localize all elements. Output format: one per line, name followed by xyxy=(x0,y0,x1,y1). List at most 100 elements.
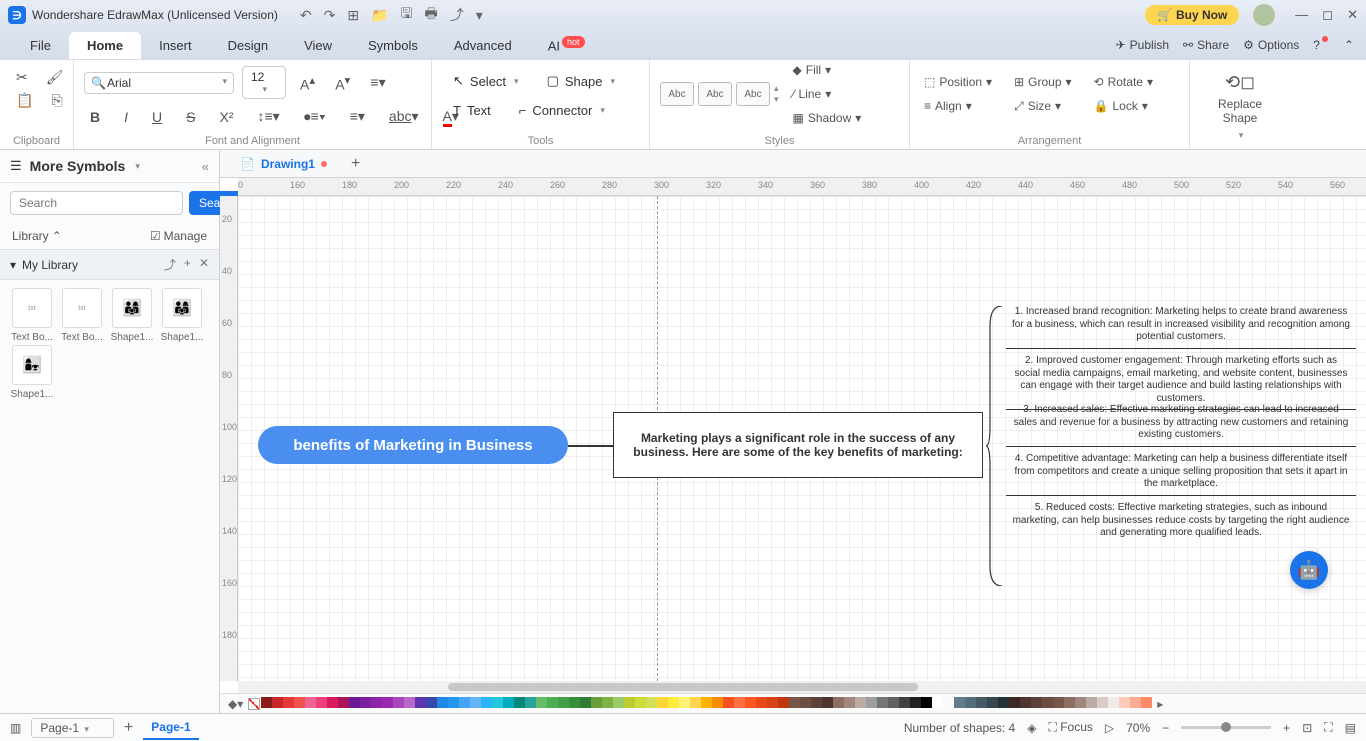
new-icon[interactable]: ⊞ xyxy=(347,7,359,24)
shape-item[interactable]: 👨‍👩‍👧Shape1... xyxy=(108,288,156,343)
color-swatch[interactable] xyxy=(613,697,624,708)
italic-icon[interactable]: I xyxy=(118,106,134,128)
bullet-list-icon[interactable]: ⦁≡▾ xyxy=(298,105,332,128)
color-swatch[interactable] xyxy=(1075,697,1086,708)
color-swatch[interactable] xyxy=(261,697,272,708)
color-swatch[interactable] xyxy=(1064,697,1075,708)
color-swatch[interactable] xyxy=(569,697,580,708)
tab-design[interactable]: Design xyxy=(210,32,286,59)
diagram-benefit-1[interactable]: 1. Increased brand recognition: Marketin… xyxy=(1006,302,1356,349)
palette-more-icon[interactable]: ▸ xyxy=(1157,697,1163,711)
focus-mode-button[interactable]: ⛶ Focus xyxy=(1048,720,1092,735)
color-swatch[interactable] xyxy=(536,697,547,708)
ai-chat-button[interactable]: 🤖 xyxy=(1290,551,1328,589)
color-swatch[interactable] xyxy=(734,697,745,708)
share-button[interactable]: ⚯Share xyxy=(1183,38,1229,52)
group-button[interactable]: ⊞Group▾ xyxy=(1010,73,1075,91)
tab-file[interactable]: File xyxy=(12,32,69,59)
symbol-search-input[interactable] xyxy=(10,191,183,215)
drawing-canvas[interactable]: benefits of Marketing in Business Market… xyxy=(238,196,1366,681)
open-icon[interactable]: 📁 xyxy=(371,7,388,24)
zoom-slider-knob[interactable] xyxy=(1221,722,1231,732)
export-icon[interactable]: ⤴ xyxy=(450,5,464,25)
zoom-value[interactable]: 70% xyxy=(1126,721,1150,735)
tab-insert[interactable]: Insert xyxy=(141,32,210,59)
page-layout-icon[interactable]: ▥ xyxy=(10,721,21,735)
color-swatch[interactable] xyxy=(1009,697,1020,708)
format-painter-icon[interactable]: 🖌 xyxy=(40,66,70,89)
scrollbar-thumb[interactable] xyxy=(448,683,918,691)
color-swatch[interactable] xyxy=(921,697,932,708)
fill-dropper-icon[interactable]: ◆▾ xyxy=(228,697,243,711)
color-swatch[interactable] xyxy=(580,697,591,708)
shape-item[interactable]: txtText Bo... xyxy=(58,288,106,343)
color-swatch[interactable] xyxy=(888,697,899,708)
rotate-button[interactable]: ⟲Rotate▾ xyxy=(1090,73,1157,91)
zoom-slider[interactable] xyxy=(1181,726,1271,729)
color-swatch[interactable] xyxy=(283,697,294,708)
color-swatch[interactable] xyxy=(756,697,767,708)
color-swatch[interactable] xyxy=(910,697,921,708)
style-preview-2[interactable]: Abc xyxy=(698,82,732,106)
color-swatch[interactable] xyxy=(657,697,668,708)
color-swatch[interactable] xyxy=(877,697,888,708)
color-swatch[interactable] xyxy=(811,697,822,708)
shape-item[interactable]: 👩‍👧Shape1... xyxy=(8,345,56,400)
lock-button[interactable]: 🔒Lock▾ xyxy=(1090,97,1157,115)
fit-page-icon[interactable]: ⊡ xyxy=(1302,721,1312,735)
color-swatch[interactable] xyxy=(833,697,844,708)
user-avatar[interactable] xyxy=(1253,4,1275,26)
copy-icon[interactable]: ⎘ xyxy=(45,89,68,112)
horizontal-scrollbar[interactable] xyxy=(238,681,1366,693)
color-swatch[interactable] xyxy=(1042,697,1053,708)
export-library-icon[interactable]: ⤴ xyxy=(164,256,176,273)
more-icon[interactable]: ▾ xyxy=(476,7,483,24)
color-swatch[interactable] xyxy=(844,697,855,708)
color-swatch[interactable] xyxy=(481,697,492,708)
close-icon[interactable]: ✕ xyxy=(1347,7,1358,23)
buy-now-button[interactable]: 🛒 Buy Now xyxy=(1145,5,1239,25)
undo-icon[interactable]: ↶ xyxy=(300,7,312,24)
color-swatch[interactable] xyxy=(778,697,789,708)
publish-button[interactable]: ✈Publish xyxy=(1116,38,1169,52)
shape-item[interactable]: 👨‍👩‍👧Shape1... xyxy=(158,288,206,343)
diagram-brace[interactable] xyxy=(986,306,1004,586)
collapse-sidebar-icon[interactable]: « xyxy=(202,159,209,174)
color-swatch[interactable] xyxy=(899,697,910,708)
no-fill-swatch[interactable] xyxy=(248,698,260,710)
diagram-central-topic[interactable]: benefits of Marketing in Business xyxy=(258,426,568,464)
color-swatch[interactable] xyxy=(987,697,998,708)
color-swatch[interactable] xyxy=(525,697,536,708)
library-button[interactable]: Library ⌃ xyxy=(12,229,62,243)
strikethrough-icon[interactable]: S xyxy=(180,106,201,128)
color-swatch[interactable] xyxy=(943,697,954,708)
replace-shape-button[interactable]: ⟲◻ Replace Shape ▾ xyxy=(1200,66,1280,147)
color-swatch[interactable] xyxy=(591,697,602,708)
collapse-ribbon-icon[interactable]: ⌃ xyxy=(1344,38,1354,52)
add-document-tab[interactable]: + xyxy=(343,155,368,173)
color-swatch[interactable] xyxy=(1108,697,1119,708)
color-swatch[interactable] xyxy=(965,697,976,708)
gallery-down-icon[interactable]: ▾ xyxy=(774,94,779,105)
tab-symbols[interactable]: Symbols xyxy=(350,32,436,59)
shape-tool[interactable]: ▢Shape▾ xyxy=(536,66,626,96)
tab-home[interactable]: Home xyxy=(69,32,141,59)
color-swatch[interactable] xyxy=(767,697,778,708)
color-swatch[interactable] xyxy=(789,697,800,708)
color-swatch[interactable] xyxy=(668,697,679,708)
redo-icon[interactable]: ↷ xyxy=(324,7,336,24)
color-swatch[interactable] xyxy=(1020,697,1031,708)
color-swatch[interactable] xyxy=(866,697,877,708)
color-swatch[interactable] xyxy=(448,697,459,708)
color-swatch[interactable] xyxy=(1119,697,1130,708)
color-swatch[interactable] xyxy=(316,697,327,708)
diagram-benefit-3[interactable]: 3. Increased sales: Effective marketing … xyxy=(1006,400,1356,447)
color-swatch[interactable] xyxy=(646,697,657,708)
style-gallery[interactable]: Abc Abc Abc ▴▾ xyxy=(660,82,779,106)
color-swatch[interactable] xyxy=(822,697,833,708)
color-swatch[interactable] xyxy=(294,697,305,708)
help-button[interactable]: ? xyxy=(1313,38,1330,52)
tab-ai[interactable]: AIhot xyxy=(530,31,603,59)
increase-font-icon[interactable]: A▴ xyxy=(294,70,321,96)
bold-icon[interactable]: B xyxy=(84,106,106,128)
